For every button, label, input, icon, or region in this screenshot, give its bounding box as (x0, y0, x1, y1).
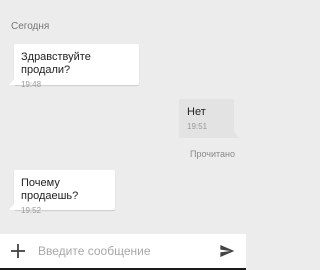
message-bubble-incoming[interactable]: Здравствуйте продали? 19:48 (9, 44, 139, 89)
bubble-tail (9, 203, 15, 210)
message-text: Нет (187, 106, 206, 118)
message-bubble-incoming[interactable]: Почему продаешь? 19:52 (9, 170, 115, 215)
bubble-tail (9, 78, 15, 85)
message-text: Почему продаешь? (21, 177, 79, 202)
message-text: Здравствуйте продали? (21, 51, 91, 76)
send-icon[interactable] (219, 243, 235, 259)
plus-icon[interactable] (11, 244, 25, 258)
message-time: 19:48 (21, 80, 42, 89)
date-separator: Сегодня (11, 21, 50, 32)
message-input[interactable] (36, 240, 210, 262)
message-time: 19:52 (21, 206, 42, 215)
message-bubble-outgoing[interactable]: Нет 19:51 (179, 99, 239, 138)
read-status: Прочитано (190, 149, 235, 159)
message-time: 19:51 (187, 122, 208, 131)
bubble-tail (233, 131, 239, 138)
message-composer (0, 234, 246, 268)
